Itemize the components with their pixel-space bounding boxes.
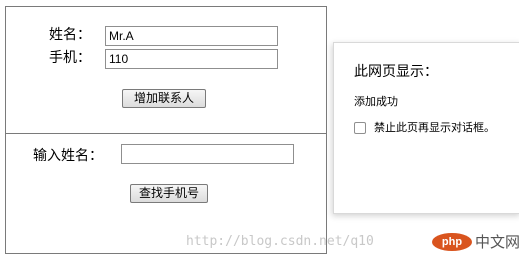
section-divider [6, 133, 326, 134]
dialog-title: 此网页显示： [354, 64, 438, 80]
name-input[interactable] [105, 26, 278, 46]
php-logo-badge: php [432, 233, 472, 251]
php-logo-text: 中文网 [475, 233, 519, 251]
watermark-url: http://blog.csdn.net/q10 [186, 234, 374, 249]
phone-input[interactable] [105, 49, 278, 69]
contact-form-panel: 姓名： 手机： 增加联系人 输入姓名： 查找手机号 [5, 6, 327, 254]
alert-dialog: 此网页显示： 添加成功 禁止此页再显示对话框。 [333, 42, 519, 214]
search-name-input[interactable] [121, 144, 294, 164]
phone-label: 手机： [49, 50, 91, 66]
add-contact-button[interactable]: 增加联系人 [122, 89, 206, 108]
search-name-label: 输入姓名： [33, 148, 103, 164]
suppress-dialogs-label: 禁止此页再显示对话框。 [374, 121, 495, 134]
find-phone-button[interactable]: 查找手机号 [130, 184, 208, 203]
suppress-dialogs-checkbox[interactable] [354, 122, 366, 134]
dialog-message: 添加成功 [354, 95, 398, 108]
name-label: 姓名： [49, 27, 91, 43]
